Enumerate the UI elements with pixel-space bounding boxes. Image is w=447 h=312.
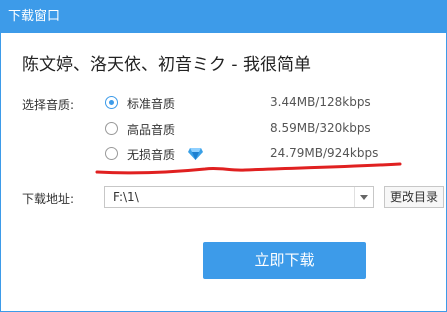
path-label: 下载地址:: [22, 192, 75, 206]
option-size-standard: 3.44MB/128kbps: [270, 95, 371, 109]
change-directory-button[interactable]: 更改目录: [384, 186, 444, 208]
song-title: 陈文婷、洛天依、初音ミク - 我很简单: [22, 55, 311, 75]
radio-standard-quality[interactable]: [105, 96, 118, 109]
window-titlebar: 下载窗口: [0, 0, 447, 33]
quality-label: 选择音质:: [22, 98, 75, 112]
window-title: 下载窗口: [8, 9, 61, 24]
download-now-button[interactable]: 立即下载: [203, 242, 366, 279]
option-label-high[interactable]: 高品音质: [127, 121, 175, 138]
option-size-high: 8.59MB/320kbps: [270, 121, 371, 135]
radio-high-quality[interactable]: [105, 122, 118, 135]
option-label-standard[interactable]: 标准音质: [127, 95, 175, 112]
download-path-select[interactable]: F:\1\: [104, 186, 374, 208]
chevron-down-icon[interactable]: [354, 187, 373, 207]
download-path-value: F:\1\: [113, 190, 139, 204]
diamond-icon: [188, 145, 203, 160]
red-annotation-underline: [95, 162, 402, 175]
